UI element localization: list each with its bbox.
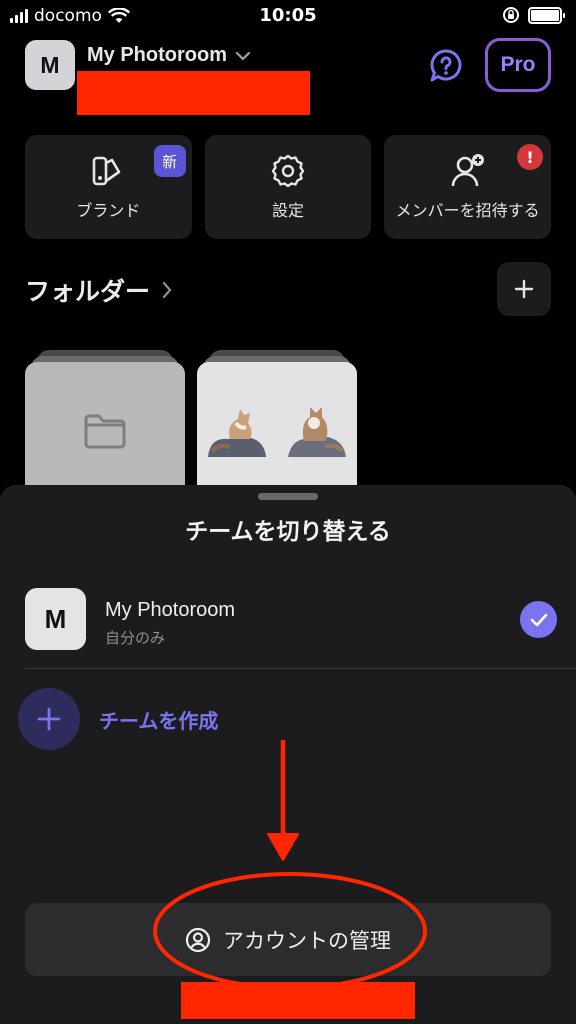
invite-members-label: メンバーを招待する	[395, 201, 540, 220]
status-bar: docomo 10:05	[0, 0, 576, 34]
workspace-name: My Photoroom	[87, 44, 227, 66]
team-avatar: M	[25, 588, 86, 650]
quick-actions: 新 ブランド 設定 ! メンバーを招待する	[25, 135, 552, 239]
cat-photo-thumbnail	[288, 407, 346, 457]
avatar[interactable]: M	[25, 40, 75, 90]
alert-badge: !	[517, 144, 544, 170]
help-icon[interactable]	[428, 48, 464, 84]
divider	[25, 668, 576, 669]
folders-section: フォルダー	[25, 262, 551, 318]
chevron-down-icon	[235, 51, 251, 61]
folder-card-photos[interactable]	[197, 350, 357, 500]
brand-label: ブランド	[76, 201, 141, 220]
create-team-button[interactable]: チームを作成	[18, 688, 218, 750]
create-team-label: チームを作成	[99, 708, 219, 733]
team-row[interactable]: M My Photoroom 自分のみ	[25, 588, 557, 652]
pro-button[interactable]: Pro	[485, 38, 551, 92]
user-circle-icon	[185, 927, 211, 952]
add-user-icon	[451, 154, 484, 187]
plus-icon	[18, 688, 80, 750]
invite-members-tile[interactable]: ! メンバーを招待する	[384, 135, 552, 239]
settings-label: 設定	[272, 201, 305, 220]
folders-title: フォルダー	[25, 277, 151, 306]
brand-tile[interactable]: 新 ブランド	[25, 135, 192, 239]
brand-kit-icon	[93, 156, 121, 186]
redaction-box	[77, 71, 310, 115]
team-name: My Photoroom	[105, 599, 236, 621]
selected-check-icon	[520, 601, 557, 638]
plus-icon	[514, 279, 534, 299]
orientation-lock-icon	[503, 7, 519, 23]
chevron-right-icon	[162, 281, 172, 299]
sheet-title: チームを切り替える	[185, 519, 391, 545]
gear-icon	[271, 154, 305, 188]
cat-photo-thumbnail	[208, 409, 266, 457]
folder-icon	[84, 414, 126, 449]
redaction-box	[181, 982, 415, 1019]
battery-icon	[528, 6, 565, 24]
workspace-switcher[interactable]: My Photoroom	[87, 44, 251, 67]
folders-header[interactable]: フォルダー	[25, 272, 172, 308]
sheet-grabber[interactable]	[258, 493, 318, 500]
header: M My Photoroom Pro	[25, 38, 551, 115]
manage-account-button[interactable]: アカウントの管理	[25, 903, 551, 976]
new-badge: 新	[153, 145, 186, 177]
settings-tile[interactable]: 設定	[204, 135, 372, 239]
manage-account-label: アカウントの管理	[223, 928, 391, 953]
add-folder-button[interactable]	[497, 262, 551, 316]
switch-team-sheet: チームを切り替える M My Photoroom 自分のみ チームを作成 アカウ…	[0, 485, 576, 1024]
folder-card[interactable]	[25, 350, 185, 500]
clock: 10:05	[259, 5, 317, 26]
team-subtitle: 自分のみ	[105, 629, 166, 647]
